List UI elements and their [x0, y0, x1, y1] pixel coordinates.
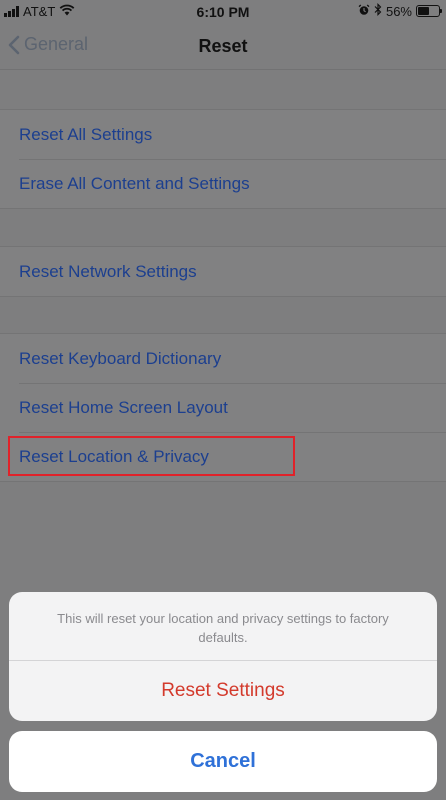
bluetooth-icon: [374, 3, 382, 19]
status-bar: AT&T 6:10 PM 56%: [0, 0, 446, 24]
settings-group-network: Reset Network Settings: [0, 246, 446, 297]
erase-all-content-row[interactable]: Erase All Content and Settings: [0, 159, 446, 208]
settings-group-general-reset: Reset All Settings Erase All Content and…: [0, 109, 446, 209]
navigation-bar: General Reset: [0, 24, 446, 70]
action-sheet-message: This will reset your location and privac…: [9, 592, 437, 661]
reset-settings-button[interactable]: Reset Settings: [9, 661, 437, 721]
reset-all-settings-row[interactable]: Reset All Settings: [0, 110, 446, 159]
battery-icon: [416, 5, 442, 17]
status-right: 56%: [354, 3, 442, 19]
reset-network-settings-row[interactable]: Reset Network Settings: [0, 247, 446, 296]
reset-keyboard-dictionary-row[interactable]: Reset Keyboard Dictionary: [0, 334, 446, 383]
action-sheet: This will reset your location and privac…: [9, 592, 437, 721]
page-title: Reset: [198, 36, 248, 56]
battery-fill: [418, 7, 430, 15]
reset-home-screen-layout-row[interactable]: Reset Home Screen Layout: [0, 383, 446, 432]
cancel-button[interactable]: Cancel: [9, 731, 437, 792]
alarm-clock-icon: [358, 4, 370, 19]
highlight-annotation-box: [8, 436, 295, 476]
battery-percentage: 56%: [385, 3, 412, 19]
